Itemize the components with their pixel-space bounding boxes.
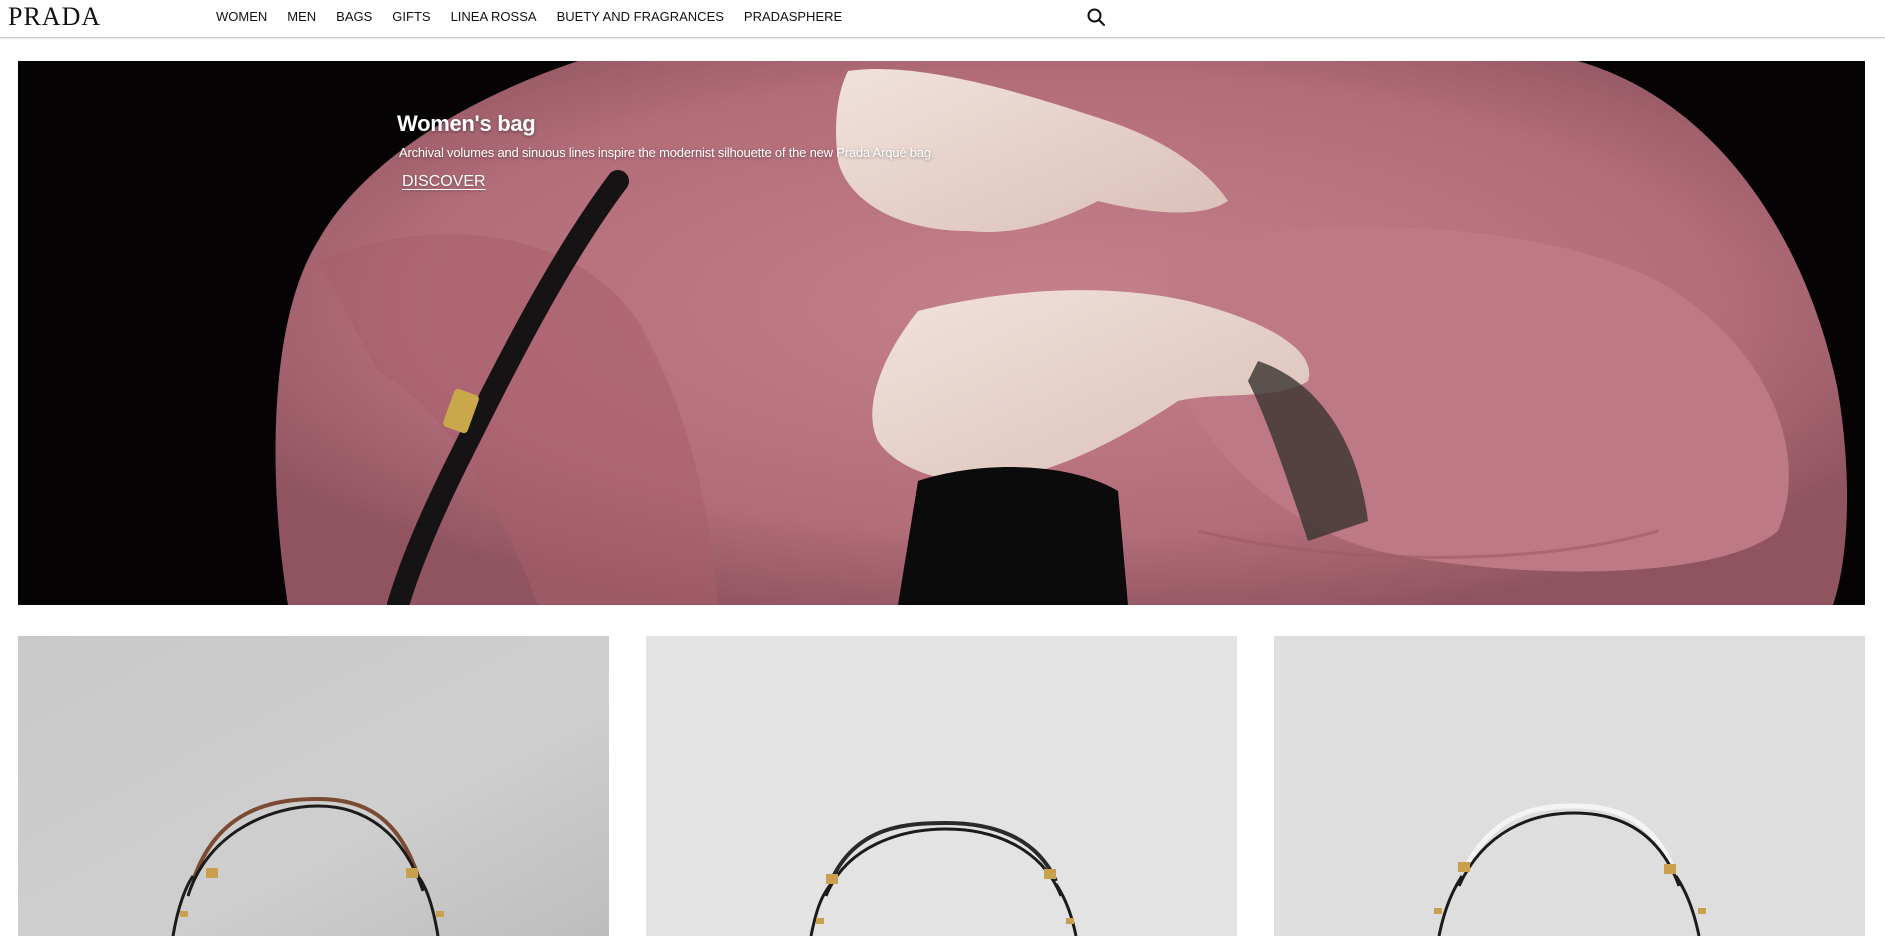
nav-item-gifts[interactable]: GIFTS — [392, 9, 430, 24]
brand-logo[interactable]: PRADA — [8, 3, 101, 31]
nav-item-pradasphere[interactable]: PRADASPHERE — [744, 9, 842, 24]
hero-image — [18, 61, 1865, 605]
search-icon[interactable] — [1086, 7, 1106, 27]
nav-item-linea-rossa[interactable]: LINEA ROSSA — [451, 9, 537, 24]
bag-image — [18, 636, 609, 936]
nav-item-bags[interactable]: BAGS — [336, 9, 372, 24]
bag-image — [646, 636, 1237, 936]
hero-title: Women's bag — [397, 111, 536, 136]
nav-item-women[interactable]: WOMEN — [216, 9, 267, 24]
hero-text: Women's bag Archival volumes and sinuous… — [397, 111, 934, 160]
nav-item-beauty-fragrances[interactable]: BUETY AND FRAGRANCES — [557, 9, 724, 24]
main-nav: WOMEN MEN BAGS GIFTS LINEA ROSSA BUETY A… — [216, 0, 862, 32]
nav-item-men[interactable]: MEN — [287, 9, 316, 24]
product-tile-2[interactable] — [646, 636, 1237, 936]
bag-image — [1274, 636, 1865, 936]
site-header: PRADA WOMEN MEN BAGS GIFTS LINEA ROSSA B… — [0, 0, 1885, 38]
product-tile-1[interactable] — [18, 636, 609, 936]
product-tile-3[interactable] — [1274, 636, 1865, 936]
hero-subtitle: Archival volumes and sinuous lines inspi… — [399, 145, 935, 160]
hero-banner[interactable]: Women's bag Archival volumes and sinuous… — [18, 61, 1865, 605]
discover-link[interactable]: DISCOVER — [402, 173, 486, 191]
